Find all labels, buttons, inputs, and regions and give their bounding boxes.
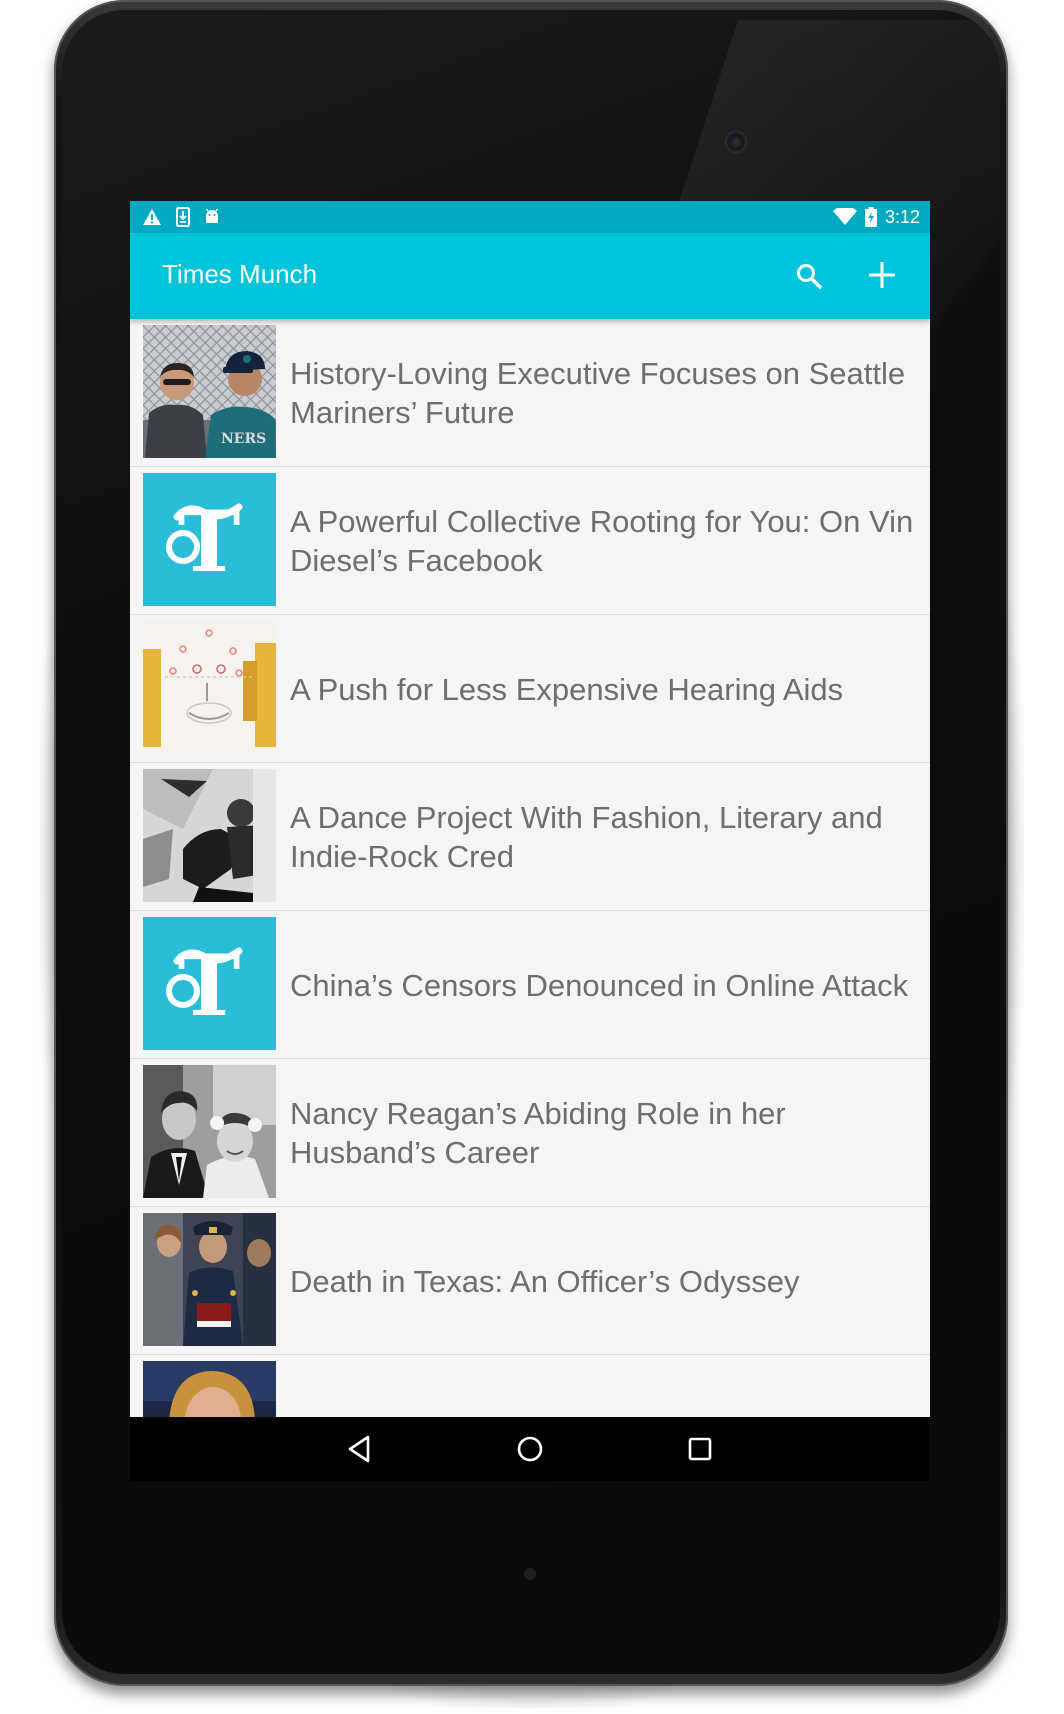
android-icon xyxy=(205,208,219,223)
article-row[interactable]: T A Powerful Collective Rooting for You:… xyxy=(130,467,930,615)
photo-officer-funeral xyxy=(143,1213,276,1346)
nyt-logo-icon: T xyxy=(143,473,276,606)
nyt-logo-icon: T xyxy=(143,917,276,1050)
status-time: 3:12 xyxy=(884,206,920,227)
notification-icons xyxy=(142,206,220,228)
article-headline: History-Loving Executive Focuses on Seat… xyxy=(290,356,906,430)
article-headline: A Dance Project With Fashion, Literary a… xyxy=(290,800,883,874)
back-icon[interactable] xyxy=(342,1431,378,1467)
article-row[interactable]: Death in Texas: An Officer’s Odyssey xyxy=(130,1207,930,1355)
article-headline: A Powerful Collective Rooting for You: O… xyxy=(290,504,914,578)
article-thumbnail xyxy=(143,1065,276,1198)
article-headline: Nancy Reagan’s Abiding Role in her Husba… xyxy=(290,1096,786,1170)
photo-woman-portrait xyxy=(143,1361,276,1417)
article-row[interactable]: A Dance Project With Fashion, Literary a… xyxy=(130,763,930,911)
article-headline: Death in Texas: An Officer’s Odyssey xyxy=(290,1263,800,1299)
wifi-icon xyxy=(832,208,857,225)
article-thumbnail xyxy=(143,769,276,902)
article-row[interactable]: A Ted Cruz-Carly Fiorina Ticket? Not So xyxy=(130,1355,930,1417)
app-title: Times Munch xyxy=(162,259,318,289)
search-icon[interactable] xyxy=(794,261,824,291)
article-row[interactable]: Nancy Reagan’s Abiding Role in her Husba… xyxy=(130,1059,930,1207)
light-sensor xyxy=(524,1568,536,1580)
illustration-hearing-aids xyxy=(143,621,276,754)
article-row[interactable]: T China’s Censors Denounced in Online At… xyxy=(130,911,930,1059)
svg-text:NERS: NERS xyxy=(221,431,266,447)
photo-dance-bw xyxy=(143,769,276,902)
add-icon[interactable] xyxy=(866,259,898,291)
article-headline: A Push for Less Expensive Hearing Aids xyxy=(290,671,844,707)
app-toolbar: Times Munch xyxy=(130,233,930,319)
article-list[interactable]: NERS History-Loving Executive Focuses on… xyxy=(130,319,930,1417)
status-bar: 3:12 xyxy=(130,201,930,233)
article-thumbnail: T xyxy=(143,473,276,606)
front-camera xyxy=(724,130,748,154)
article-headline: China’s Censors Denounced in Online Atta… xyxy=(290,967,909,1003)
article-row[interactable]: A Push for Less Expensive Hearing Aids xyxy=(130,615,930,763)
article-thumbnail xyxy=(143,1361,276,1417)
article-thumbnail: T xyxy=(143,917,276,1050)
system-status: 3:12 xyxy=(832,205,920,229)
recents-icon[interactable] xyxy=(682,1431,718,1467)
article-thumbnail xyxy=(143,1213,276,1346)
article-thumbnail: NERS xyxy=(143,325,276,458)
article-row[interactable]: NERS History-Loving Executive Focuses on… xyxy=(130,319,930,467)
home-icon[interactable] xyxy=(512,1431,548,1467)
photo-two-men-baseball: NERS xyxy=(143,325,276,458)
article-headline: A Ted Cruz-Carly Fiorina Ticket? Not So xyxy=(290,1355,920,1418)
battery-charging-icon xyxy=(864,207,877,227)
photo-reagans-bw xyxy=(143,1065,276,1198)
warning-icon xyxy=(143,209,161,225)
download-icon xyxy=(176,207,190,227)
article-thumbnail xyxy=(143,621,276,754)
app-screen: 3:12 Times Munch NERS History-Loving Exe… xyxy=(130,201,930,1481)
navigation-bar xyxy=(130,1417,930,1481)
